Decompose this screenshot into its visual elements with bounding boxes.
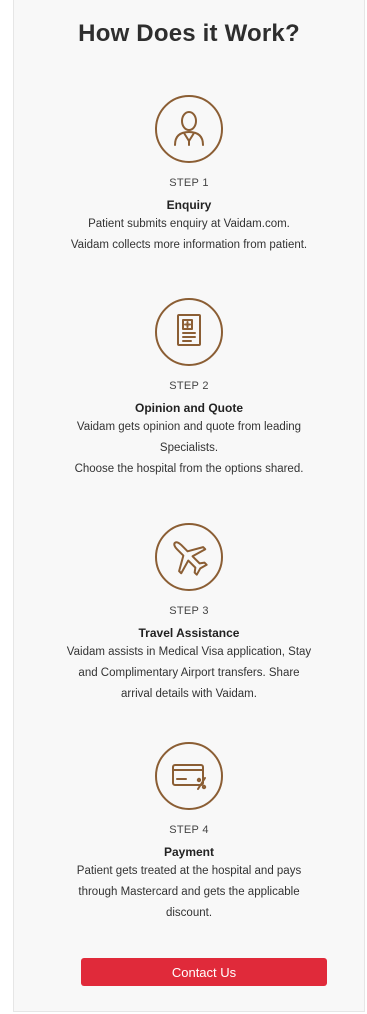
step-number: STEP 3 <box>169 605 209 617</box>
card-discount-icon <box>155 742 223 810</box>
step-description-line: arrival details with Vaidam. <box>121 688 257 700</box>
step-description-line: Choose the hospital from the options sha… <box>74 463 304 475</box>
step-description-line: Patient submits enquiry at Vaidam.com. <box>88 218 290 230</box>
step-3: STEP 3 Travel Assistance Vaidam assists … <box>14 523 364 705</box>
step-title: Payment <box>163 845 215 859</box>
step-description: Patient submits enquiry at Vaidam.com. V… <box>14 214 364 256</box>
step-description-line: discount. <box>165 907 213 919</box>
step-description-line: through Mastercard and gets the applicab… <box>78 886 300 898</box>
section-title: How Does it Work? <box>78 20 300 47</box>
step-2: STEP 2 Opinion and Quote Vaidam gets opi… <box>14 298 364 480</box>
step-title: Enquiry <box>166 198 212 212</box>
airplane-icon <box>155 523 223 591</box>
step-description-line: and Complimentary Airport transfers. Sha… <box>78 667 300 679</box>
step-description: Vaidam gets opinion and quote from leadi… <box>14 417 364 480</box>
step-number: STEP 2 <box>169 380 209 392</box>
step-description-line: Vaidam assists in Medical Visa applicati… <box>66 646 312 658</box>
step-title: Travel Assistance <box>138 626 240 640</box>
step-description-line: Patient gets treated at the hospital and… <box>76 865 302 877</box>
step-description: Patient gets treated at the hospital and… <box>14 861 364 924</box>
step-description: Vaidam assists in Medical Visa applicati… <box>14 642 364 705</box>
doctor-icon <box>155 95 223 163</box>
step-number: STEP 1 <box>169 177 209 189</box>
step-description-line: Vaidam gets opinion and quote from leadi… <box>76 421 302 433</box>
step-1: STEP 1 Enquiry Patient submits enquiry a… <box>14 95 364 256</box>
step-number: STEP 4 <box>169 824 209 836</box>
medical-report-icon <box>155 298 223 366</box>
contact-us-button[interactable]: Contact Us <box>81 958 327 986</box>
step-title: Opinion and Quote <box>135 401 243 415</box>
how-it-works-card: How Does it Work? STEP 1 Enquiry Patient… <box>13 0 365 1012</box>
step-4: STEP 4 Payment Patient gets treated at t… <box>14 742 364 924</box>
step-description-line: Specialists. <box>159 442 219 454</box>
step-description-line: Vaidam collects more information from pa… <box>70 239 308 251</box>
